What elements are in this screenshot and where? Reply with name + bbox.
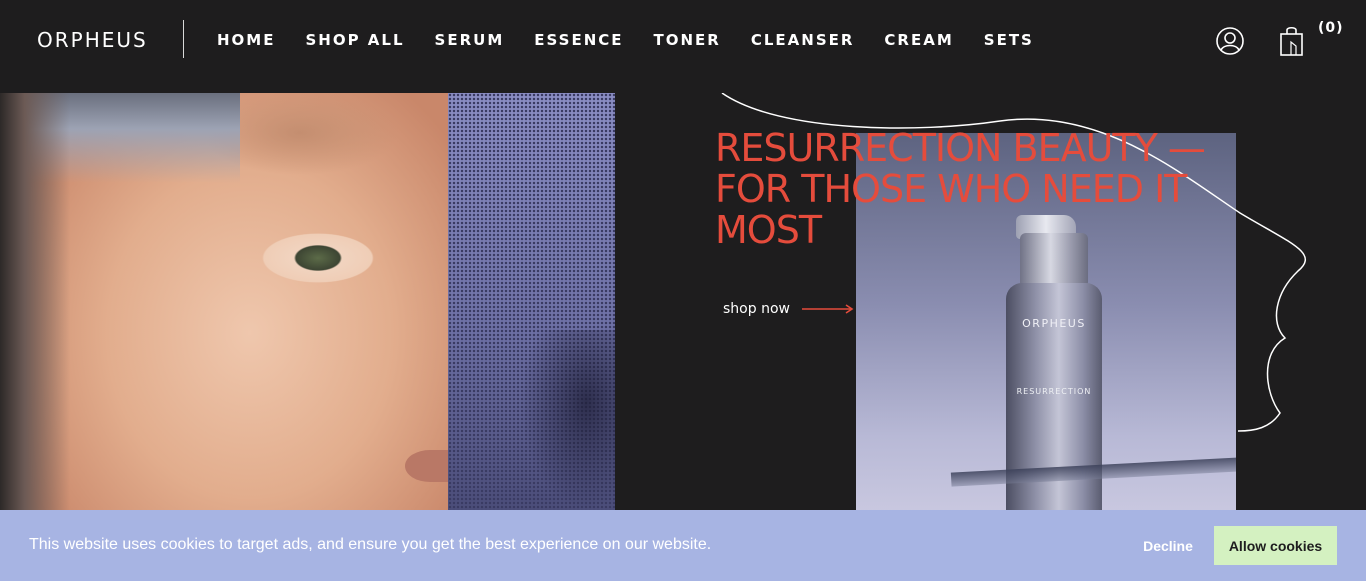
nav-item-cream[interactable]: CREAM bbox=[884, 31, 953, 49]
user-circle-icon[interactable] bbox=[1216, 27, 1244, 55]
nav-item-cleanser[interactable]: CLEANSER bbox=[751, 31, 855, 49]
page: ORPHEUS HOME SHOP ALL SERUM ESSENCE TONE… bbox=[0, 0, 1366, 581]
bottle-product-name: RESURRECTION bbox=[1016, 387, 1092, 396]
site-header: ORPHEUS HOME SHOP ALL SERUM ESSENCE TONE… bbox=[0, 0, 1366, 93]
hero-headline: RESURRECTION BEAUTY — FOR THOSE WHO NEED… bbox=[715, 126, 1206, 252]
cookie-banner: This website uses cookies to target ads,… bbox=[0, 510, 1366, 581]
nav-item-shop-all[interactable]: SHOP ALL bbox=[305, 31, 404, 49]
nav-item-serum[interactable]: SERUM bbox=[435, 31, 505, 49]
shop-now-label: shop now bbox=[723, 301, 790, 317]
header-divider bbox=[183, 20, 184, 58]
nav-item-toner[interactable]: TONER bbox=[654, 31, 721, 49]
shop-now-link[interactable]: shop now bbox=[723, 301, 854, 317]
shopping-bag-icon[interactable] bbox=[1279, 26, 1304, 56]
halftone-shadow bbox=[520, 330, 615, 510]
decline-cookies-button[interactable]: Decline bbox=[1126, 527, 1210, 565]
nav-item-essence[interactable]: ESSENCE bbox=[534, 31, 623, 49]
hero-side-shade bbox=[0, 93, 70, 513]
cart-count-badge[interactable]: (0) bbox=[1318, 20, 1344, 36]
brand-logo[interactable]: ORPHEUS bbox=[37, 27, 148, 53]
arrow-right-icon bbox=[801, 304, 854, 314]
cookie-message: This website uses cookies to target ads,… bbox=[29, 536, 712, 553]
bottle-brand-label: ORPHEUS bbox=[1022, 317, 1086, 330]
nav-item-sets[interactable]: SETS bbox=[984, 31, 1034, 49]
main-nav: HOME SHOP ALL SERUM ESSENCE TONER CLEANS… bbox=[217, 31, 1064, 49]
nav-item-home[interactable]: HOME bbox=[217, 31, 275, 49]
allow-cookies-button[interactable]: Allow cookies bbox=[1214, 526, 1337, 565]
